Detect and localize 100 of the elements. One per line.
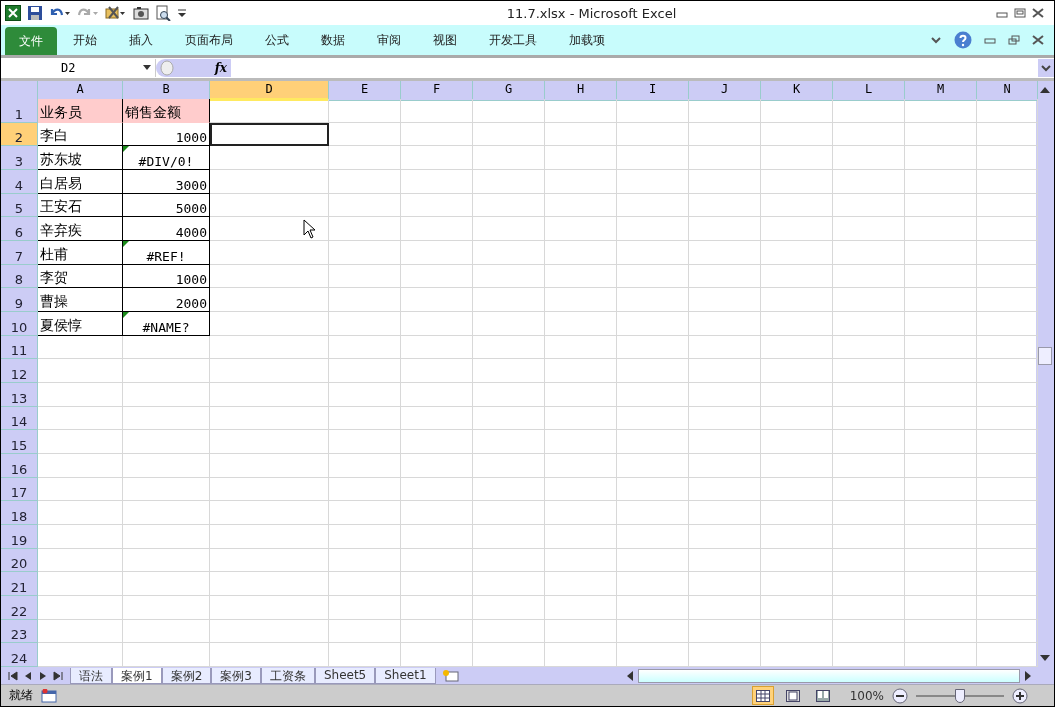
empty-cell[interactable] [689,312,761,336]
empty-cell[interactable] [329,430,401,455]
empty-cell[interactable] [545,146,617,170]
empty-cell[interactable] [401,146,473,170]
empty-cell[interactable] [905,335,977,360]
empty-cell[interactable] [689,548,761,573]
row-header[interactable]: 16 [1,454,38,478]
ribbon-tab[interactable]: 页面布局 [169,27,249,53]
empty-cell[interactable] [617,217,689,242]
empty-cell[interactable] [689,359,761,384]
row-header[interactable]: 15 [1,430,38,455]
empty-cell[interactable] [689,501,761,526]
empty-cell[interactable] [329,548,401,573]
empty-cell[interactable] [833,525,905,549]
save-icon[interactable] [27,5,43,21]
empty-cell[interactable] [123,430,210,455]
empty-cell[interactable] [617,288,689,313]
empty-cell[interactable] [545,454,617,478]
empty-cell[interactable] [329,596,401,620]
expand-handle-icon[interactable] [160,60,174,76]
empty-cell[interactable] [329,122,401,147]
empty-cell[interactable] [833,454,905,478]
empty-cell[interactable] [210,170,329,194]
empty-cell[interactable] [545,383,617,407]
empty-cell[interactable] [689,99,761,123]
empty-cell[interactable] [401,501,473,526]
empty-cell[interactable] [905,572,977,597]
empty-cell[interactable] [123,383,210,407]
empty-cell[interactable] [833,501,905,526]
empty-cell[interactable] [617,193,689,218]
empty-cell[interactable] [761,477,833,502]
empty-cell[interactable] [329,217,401,242]
row-header[interactable]: 1 [1,99,38,123]
empty-cell[interactable] [329,288,401,313]
ribbon-tab[interactable]: 加载项 [553,27,621,53]
ribbon-tab[interactable]: 开始 [57,27,113,53]
empty-cell[interactable] [761,170,833,194]
empty-cell[interactable] [617,501,689,526]
empty-cell[interactable] [210,454,329,478]
empty-cell[interactable] [473,335,545,360]
last-sheet-icon[interactable] [52,669,64,682]
sheet-tab[interactable]: 语法 [70,667,112,684]
empty-cell[interactable] [210,264,329,289]
empty-cell[interactable] [545,359,617,384]
empty-cell[interactable] [617,170,689,194]
empty-cell[interactable] [761,122,833,147]
empty-cell[interactable] [329,241,401,265]
empty-cell[interactable] [210,335,329,360]
empty-cell[interactable] [617,572,689,597]
empty-cell[interactable] [905,193,977,218]
row-header[interactable]: 14 [1,406,38,431]
empty-cell[interactable] [833,383,905,407]
empty-cell[interactable] [329,170,401,194]
empty-cell[interactable] [123,335,210,360]
empty-cell[interactable] [905,501,977,526]
row-header[interactable]: 7 [1,241,38,265]
empty-cell[interactable] [761,548,833,573]
empty-cell[interactable] [617,122,689,147]
spreadsheet-logo-icon[interactable] [5,5,21,21]
row-header[interactable]: 9 [1,288,38,313]
empty-cell[interactable] [905,548,977,573]
empty-cell[interactable] [761,383,833,407]
empty-cell[interactable] [473,359,545,384]
column-header[interactable]: G [473,81,545,101]
empty-cell[interactable] [473,501,545,526]
empty-cell[interactable] [833,572,905,597]
sheet-tab[interactable]: 工资条 [260,667,315,684]
row-header[interactable]: 20 [1,548,38,573]
empty-cell[interactable] [905,477,977,502]
zoom-slider-thumb[interactable] [955,688,965,703]
empty-cell[interactable] [761,596,833,620]
empty-cell[interactable] [689,193,761,218]
empty-cell[interactable] [761,525,833,549]
empty-cell[interactable] [401,454,473,478]
row-header[interactable]: 8 [1,264,38,289]
empty-cell[interactable] [905,288,977,313]
ribbon-tab[interactable]: 审阅 [361,27,417,53]
empty-cell[interactable] [210,430,329,455]
empty-cell[interactable] [545,217,617,242]
empty-cell[interactable] [617,312,689,336]
empty-cell[interactable] [617,146,689,170]
empty-cell[interactable] [329,146,401,170]
empty-cell[interactable] [761,359,833,384]
empty-cell[interactable] [473,217,545,242]
empty-cell[interactable] [905,99,977,123]
empty-cell[interactable] [473,122,545,147]
empty-cell[interactable] [833,430,905,455]
empty-cell[interactable] [833,406,905,431]
empty-cell[interactable] [761,264,833,289]
empty-cell[interactable] [329,383,401,407]
empty-cell[interactable] [329,335,401,360]
empty-cell[interactable] [617,241,689,265]
empty-cell[interactable] [401,288,473,313]
empty-cell[interactable] [833,193,905,218]
empty-cell[interactable] [905,312,977,336]
file-tab[interactable]: 文件 [5,27,57,55]
empty-cell[interactable] [401,596,473,620]
empty-cell[interactable] [473,525,545,549]
empty-cell[interactable] [401,312,473,336]
empty-cell[interactable] [210,288,329,313]
